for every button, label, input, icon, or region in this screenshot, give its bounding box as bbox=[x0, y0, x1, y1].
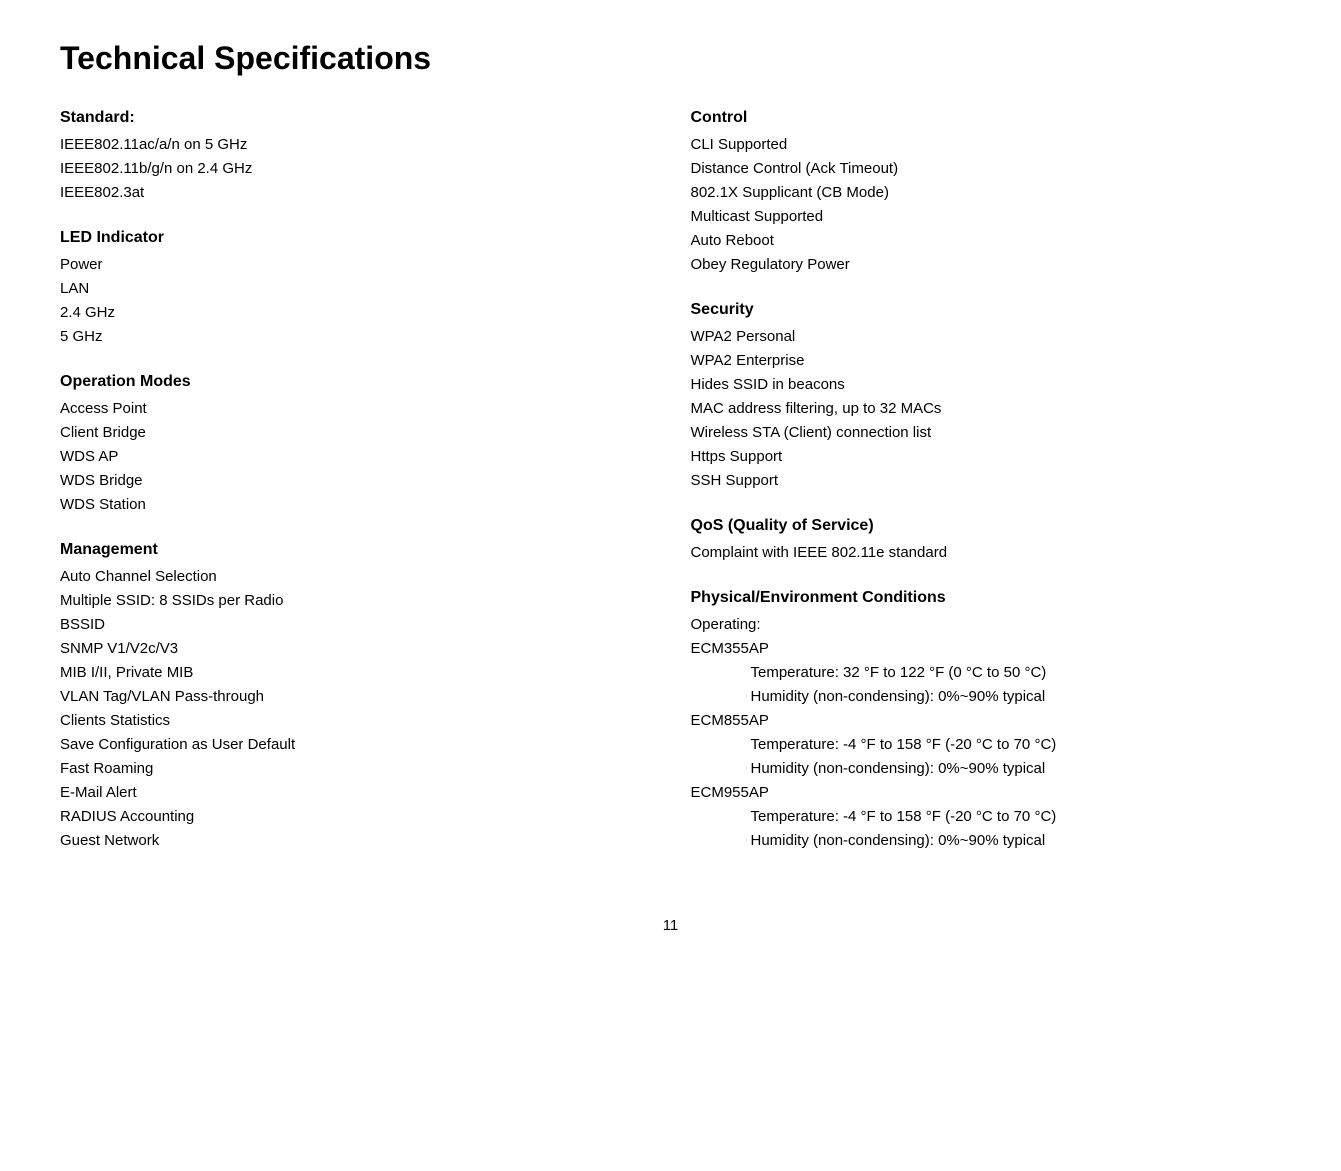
page-title: Technical Specifications bbox=[60, 40, 1281, 77]
list-item: Wireless STA (Client) connection list bbox=[691, 421, 1282, 445]
list-item: MAC address filtering, up to 32 MACs bbox=[691, 397, 1282, 421]
section-title-management: Management bbox=[60, 541, 651, 559]
section-title-standard: Standard: bbox=[60, 109, 651, 127]
list-item: 802.1X Supplicant (CB Mode) bbox=[691, 181, 1282, 205]
model-humidity: Humidity (non-condensing): 0%~90% typica… bbox=[691, 685, 1282, 709]
list-item: 5 GHz bbox=[60, 325, 651, 349]
list-item: Multiple SSID: 8 SSIDs per Radio bbox=[60, 589, 651, 613]
list-item: Https Support bbox=[691, 445, 1282, 469]
list-item: IEEE802.3at bbox=[60, 181, 651, 205]
right-column: Control CLI SupportedDistance Control (Ac… bbox=[691, 109, 1282, 877]
section-operation-modes: Operation Modes Access PointClient Bridge… bbox=[60, 373, 651, 517]
section-title-operation-modes: Operation Modes bbox=[60, 373, 651, 391]
list-item: Obey Regulatory Power bbox=[691, 253, 1282, 277]
list-item: Guest Network bbox=[60, 829, 651, 853]
list-item: Clients Statistics bbox=[60, 709, 651, 733]
list-item: Hides SSID in beacons bbox=[691, 373, 1282, 397]
list-item: MIB I/II, Private MIB bbox=[60, 661, 651, 685]
list-item: 2.4 GHz bbox=[60, 301, 651, 325]
list-item: WDS Bridge bbox=[60, 469, 651, 493]
left-column: Standard:IEEE802.11ac/a/n on 5 GHzIEEE80… bbox=[60, 109, 651, 877]
section-management: Management Auto Channel SelectionMultiple… bbox=[60, 541, 651, 853]
list-item: WPA2 Personal bbox=[691, 325, 1282, 349]
operating-label: Operating: bbox=[691, 613, 1282, 637]
section-title-physical: Physical/Environment Conditions bbox=[691, 589, 1282, 607]
list-item: CLI Supported bbox=[691, 133, 1282, 157]
model-temp: Temperature: -4 °F to 158 °F (-20 °C to … bbox=[691, 805, 1282, 829]
list-item: Client Bridge bbox=[60, 421, 651, 445]
list-item: Power bbox=[60, 253, 651, 277]
section-physical: Physical/Environment Conditions Operating… bbox=[691, 589, 1282, 853]
section-title-control: Control bbox=[691, 109, 1282, 127]
model-humidity: Humidity (non-condensing): 0%~90% typica… bbox=[691, 757, 1282, 781]
list-item: Access Point bbox=[60, 397, 651, 421]
list-item: LAN bbox=[60, 277, 651, 301]
model-temp: Temperature: -4 °F to 158 °F (-20 °C to … bbox=[691, 733, 1282, 757]
list-item: E-Mail Alert bbox=[60, 781, 651, 805]
list-item: RADIUS Accounting bbox=[60, 805, 651, 829]
page-number: 11 bbox=[60, 917, 1281, 934]
list-item: VLAN Tag/VLAN Pass-through bbox=[60, 685, 651, 709]
list-item: WDS AP bbox=[60, 445, 651, 469]
model-humidity: Humidity (non-condensing): 0%~90% typica… bbox=[691, 829, 1282, 853]
list-item: SSH Support bbox=[691, 469, 1282, 493]
section-qos: QoS (Quality of Service) Complaint with I… bbox=[691, 517, 1282, 565]
list-item: IEEE802.11b/g/n on 2.4 GHz bbox=[60, 157, 651, 181]
section-led-indicator: LED Indicator PowerLAN2.4 GHz5 GHz bbox=[60, 229, 651, 349]
section-standard: Standard:IEEE802.11ac/a/n on 5 GHzIEEE80… bbox=[60, 109, 651, 205]
list-item: Multicast Supported bbox=[691, 205, 1282, 229]
model-name: ECM955AP bbox=[691, 781, 1282, 805]
model-name: ECM855AP bbox=[691, 709, 1282, 733]
list-item: SNMP V1/V2c/V3 bbox=[60, 637, 651, 661]
section-control: Control CLI SupportedDistance Control (Ac… bbox=[691, 109, 1282, 277]
model-temp: Temperature: 32 °F to 122 °F (0 °C to 50… bbox=[691, 661, 1282, 685]
section-title-security: Security bbox=[691, 301, 1282, 319]
list-item: Auto Channel Selection bbox=[60, 565, 651, 589]
list-item: Complaint with IEEE 802.11e standard bbox=[691, 541, 1282, 565]
list-item: IEEE802.11ac/a/n on 5 GHz bbox=[60, 133, 651, 157]
list-item: Save Configuration as User Default bbox=[60, 733, 651, 757]
list-item: WDS Station bbox=[60, 493, 651, 517]
list-item: Fast Roaming bbox=[60, 757, 651, 781]
section-security: Security WPA2 PersonalWPA2 EnterpriseHide… bbox=[691, 301, 1282, 493]
list-item: Distance Control (Ack Timeout) bbox=[691, 157, 1282, 181]
list-item: BSSID bbox=[60, 613, 651, 637]
list-item: Auto Reboot bbox=[691, 229, 1282, 253]
model-name: ECM355AP bbox=[691, 637, 1282, 661]
section-title-qos: QoS (Quality of Service) bbox=[691, 517, 1282, 535]
list-item: WPA2 Enterprise bbox=[691, 349, 1282, 373]
section-title-led-indicator: LED Indicator bbox=[60, 229, 651, 247]
